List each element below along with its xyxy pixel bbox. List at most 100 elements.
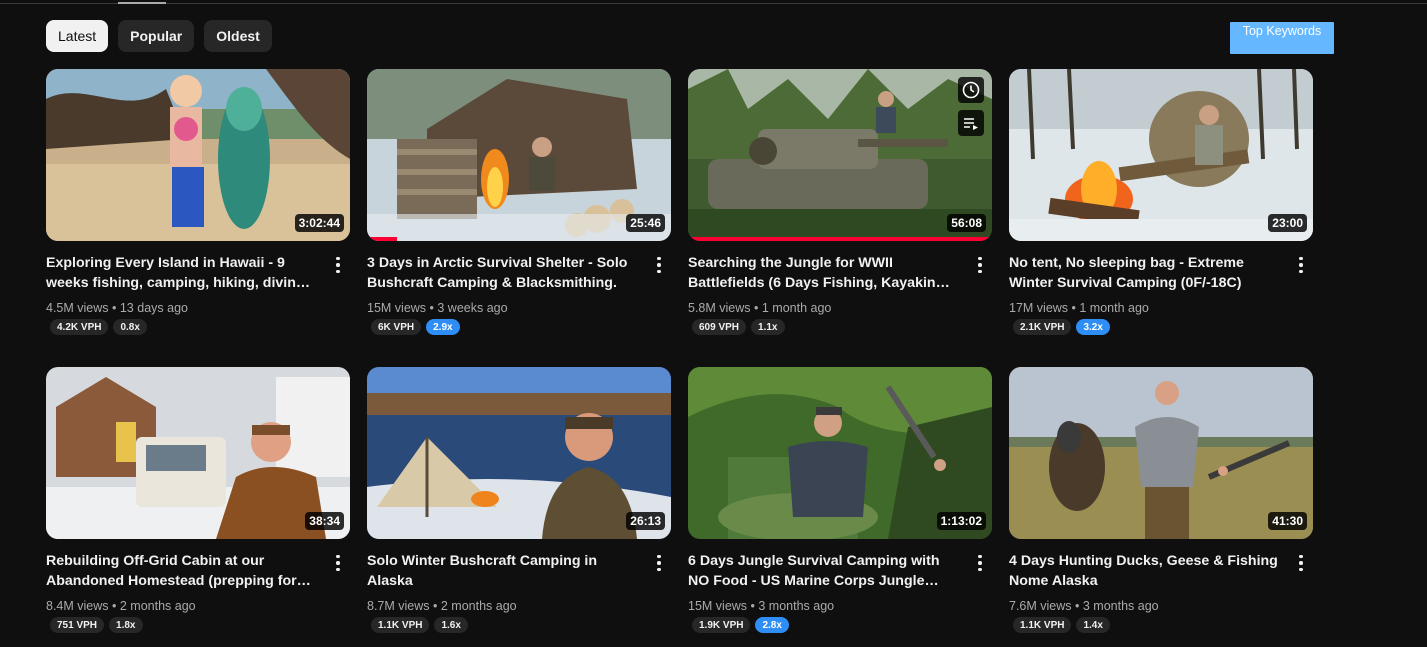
metric-badges: 609 VPH 1.1x xyxy=(688,319,958,335)
video-meta: Solo Winter Bushcraft Camping in Alaska … xyxy=(367,551,671,633)
video-thumbnail[interactable]: 23:00 xyxy=(1009,69,1313,241)
metric-badges: 4.2K VPH 0.8x xyxy=(46,319,316,335)
video-meta: Exploring Every Island in Hawaii - 9 wee… xyxy=(46,253,350,335)
duration-label: 25:46 xyxy=(626,214,665,232)
video-stats: 5.8M views • 1 month ago xyxy=(688,301,832,315)
chip-oldest[interactable]: Oldest xyxy=(204,20,272,52)
video-title[interactable]: Solo Winter Bushcraft Camping in Alaska xyxy=(367,551,637,591)
more-actions-icon[interactable] xyxy=(1289,253,1313,277)
view-count: 7.6M views xyxy=(1009,599,1072,613)
video-meta: 4 Days Hunting Ducks, Geese & Fishing No… xyxy=(1009,551,1313,633)
metric-badges: 1.9K VPH 2.8x xyxy=(688,617,958,633)
video-thumbnail[interactable]: 38:34 xyxy=(46,367,350,539)
chip-popular[interactable]: Popular xyxy=(118,20,195,52)
video-thumbnail[interactable]: 41:30 xyxy=(1009,367,1313,539)
metric-badges: 2.1K VPH 3.2x xyxy=(1009,319,1279,335)
video-title[interactable]: Searching the Jungle for WWII Battlefiel… xyxy=(688,253,958,293)
outlier-ratio-badge: 2.8x xyxy=(755,617,789,633)
vph-badge: 1.1K VPH xyxy=(1013,617,1072,633)
view-count: 15M views xyxy=(688,599,748,613)
upload-age: 3 months ago xyxy=(1082,599,1159,613)
metric-badges: 1.1K VPH 1.6x xyxy=(367,617,637,633)
duration-label: 56:08 xyxy=(947,214,986,232)
video-meta: Rebuilding Off-Grid Cabin at our Abandon… xyxy=(46,551,350,633)
watch-later-button[interactable] xyxy=(958,77,984,103)
video-thumbnail[interactable]: 26:13 xyxy=(367,367,671,539)
add-to-queue-icon xyxy=(964,118,978,130)
upload-age: 2 months ago xyxy=(440,599,517,613)
more-actions-icon[interactable] xyxy=(968,551,992,575)
more-actions-icon[interactable] xyxy=(1289,551,1313,575)
video-card: 41:30 4 Days Hunting Ducks, Geese & Fish… xyxy=(1009,367,1313,633)
view-count: 5.8M views xyxy=(688,301,751,315)
duration-label: 3:02:44 xyxy=(294,214,344,232)
more-actions-icon[interactable] xyxy=(326,551,350,575)
outlier-ratio-badge: 1.1x xyxy=(751,319,785,335)
video-title[interactable]: 4 Days Hunting Ducks, Geese & Fishing No… xyxy=(1009,551,1279,591)
video-title[interactable]: Exploring Every Island in Hawaii - 9 wee… xyxy=(46,253,316,293)
upload-age: 3 months ago xyxy=(758,599,835,613)
vph-badge: 751 VPH xyxy=(50,617,105,633)
video-stats: 7.6M views • 3 months ago xyxy=(1009,599,1159,613)
top-keywords-button[interactable]: Top Keywords xyxy=(1230,22,1334,54)
video-stats: 15M views • 3 weeks ago xyxy=(367,301,508,315)
watch-progress-bar xyxy=(367,237,398,241)
duration-label: 38:34 xyxy=(305,512,344,530)
duration-label: 1:13:02 xyxy=(936,512,986,530)
video-card: 3:02:44 Exploring Every Island in Hawaii… xyxy=(46,69,350,335)
upload-age: 1 month ago xyxy=(1079,301,1149,315)
video-title[interactable]: No tent, No sleeping bag - Extreme Winte… xyxy=(1009,253,1279,293)
more-actions-icon[interactable] xyxy=(326,253,350,277)
vph-badge: 2.1K VPH xyxy=(1013,319,1072,335)
metric-badges: 1.1K VPH 1.4x xyxy=(1009,617,1279,633)
video-meta: 3 Days in Arctic Survival Shelter - Solo… xyxy=(367,253,671,335)
upload-age: 1 month ago xyxy=(761,301,832,315)
duration-label: 41:30 xyxy=(1268,512,1307,530)
tabs-divider xyxy=(0,3,1427,4)
metric-badges: 751 VPH 1.8x xyxy=(46,617,316,633)
video-card: 26:13 Solo Winter Bushcraft Camping in A… xyxy=(367,367,671,633)
duration-label: 26:13 xyxy=(626,512,665,530)
outlier-ratio-badge: 1.6x xyxy=(434,617,468,633)
more-actions-icon[interactable] xyxy=(647,253,671,277)
video-card: 56:08 Searching the Jungle for WWII Batt… xyxy=(688,69,992,335)
more-actions-icon[interactable] xyxy=(968,253,992,277)
more-actions-icon[interactable] xyxy=(647,551,671,575)
video-thumbnail[interactable]: 25:46 xyxy=(367,69,671,241)
video-card: 25:46 3 Days in Arctic Survival Shelter … xyxy=(367,69,671,335)
clock-icon xyxy=(962,81,980,99)
video-card: 1:13:02 6 Days Jungle Survival Camping w… xyxy=(688,367,992,633)
video-meta: Searching the Jungle for WWII Battlefiel… xyxy=(688,253,992,335)
video-card: 38:34 Rebuilding Off-Grid Cabin at our A… xyxy=(46,367,350,633)
metric-badges: 6K VPH 2.9x xyxy=(367,319,637,335)
video-thumbnail[interactable]: 3:02:44 xyxy=(46,69,350,241)
outlier-ratio-badge: 0.8x xyxy=(113,319,147,335)
video-stats: 8.7M views • 2 months ago xyxy=(367,599,517,613)
view-count: 4.5M views xyxy=(46,301,109,315)
video-title[interactable]: 6 Days Jungle Survival Camping with NO F… xyxy=(688,551,958,591)
active-tab-indicator xyxy=(118,2,166,4)
view-count: 8.4M views xyxy=(46,599,109,613)
video-meta: 6 Days Jungle Survival Camping with NO F… xyxy=(688,551,992,633)
outlier-ratio-badge: 2.9x xyxy=(426,319,460,335)
watch-progress-bar xyxy=(688,237,992,241)
outlier-ratio-badge: 1.8x xyxy=(109,617,143,633)
video-meta: No tent, No sleeping bag - Extreme Winte… xyxy=(1009,253,1313,335)
chip-latest[interactable]: Latest xyxy=(46,20,109,52)
sort-filter-chips: Latest Popular Oldest xyxy=(46,20,272,52)
video-title[interactable]: 3 Days in Arctic Survival Shelter - Solo… xyxy=(367,253,637,293)
upload-age: 2 months ago xyxy=(119,599,196,613)
duration-label: 23:00 xyxy=(1268,214,1307,232)
add-to-queue-button[interactable] xyxy=(958,110,984,136)
video-thumbnail[interactable]: 1:13:02 xyxy=(688,367,992,539)
upload-age: 13 days ago xyxy=(119,301,188,315)
video-title[interactable]: Rebuilding Off-Grid Cabin at our Abandon… xyxy=(46,551,316,591)
video-grid: 3:02:44 Exploring Every Island in Hawaii… xyxy=(46,69,1313,633)
video-thumbnail[interactable]: 56:08 xyxy=(688,69,992,241)
upload-age: 3 weeks ago xyxy=(437,301,508,315)
video-card: 23:00 No tent, No sleeping bag - Extreme… xyxy=(1009,69,1313,335)
video-stats: 17M views • 1 month ago xyxy=(1009,301,1149,315)
view-count: 17M views xyxy=(1009,301,1069,315)
video-stats: 4.5M views • 13 days ago xyxy=(46,301,188,315)
vph-badge: 4.2K VPH xyxy=(50,319,109,335)
